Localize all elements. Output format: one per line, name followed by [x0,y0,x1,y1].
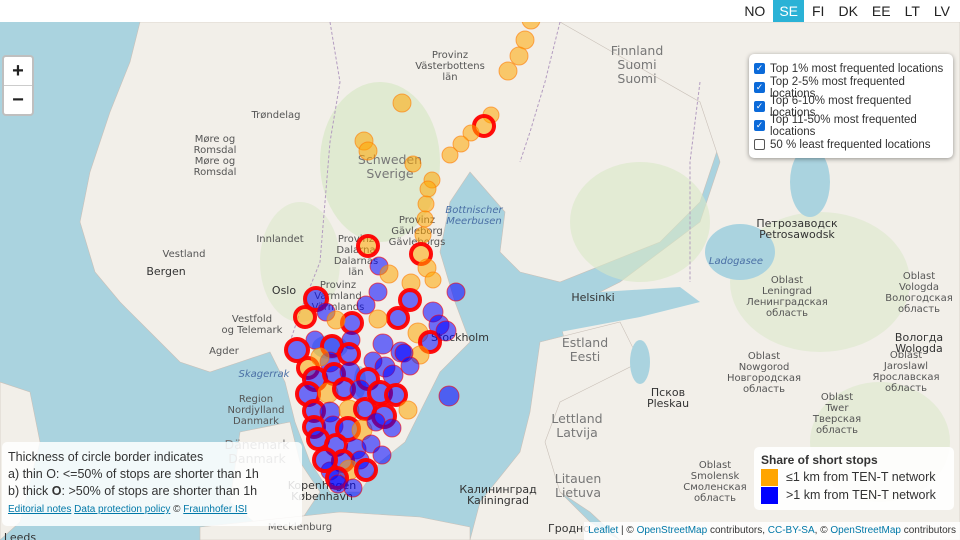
zoom-control: + − [2,55,34,116]
osm-link-2[interactable]: OpenStreetMap [830,525,901,536]
location-marker[interactable] [441,146,459,164]
layer-checkbox[interactable] [754,139,765,150]
orange-swatch [761,468,778,486]
location-marker[interactable] [509,46,529,66]
location-marker[interactable] [337,342,361,366]
tab-lv[interactable]: LV [928,0,956,22]
location-marker[interactable] [400,356,420,376]
tab-lt[interactable]: LT [899,0,926,22]
country-tabs: NO SE FI DK EE LT LV [738,0,956,22]
location-marker[interactable] [343,478,363,498]
location-marker[interactable] [293,305,317,329]
location-marker[interactable] [498,61,518,81]
legend-label-far: >1 km from TEN-T network [786,488,936,502]
info-thick-post: : >50% of stops are shorter than 1h [61,484,258,498]
layer-option[interactable]: ✓ Top 11-50% most frequented locations [754,113,949,138]
editorial-notes-link[interactable]: Editorial notes [8,504,71,515]
location-marker[interactable] [419,180,437,198]
tab-dk[interactable]: DK [832,0,863,22]
location-marker[interactable] [521,22,541,30]
location-marker[interactable] [349,379,371,401]
info-panel: Thickness of circle border indicates a) … [2,442,302,526]
location-marker[interactable] [310,347,330,367]
osm-link[interactable]: OpenStreetMap [637,525,708,536]
location-marker[interactable] [372,333,394,355]
attrib-sep1: | © [618,525,637,536]
tab-se[interactable]: SE [773,0,804,22]
layer-control: ✓ Top 1% most frequented locations ✓ Top 2-… [749,54,953,158]
info-links: Editorial notes Data protection policy ©… [8,504,296,515]
layer-checkbox[interactable]: ✓ [754,82,765,93]
zoom-out-button[interactable]: − [4,85,32,114]
location-marker[interactable] [435,320,457,342]
legend: Share of short stops ≤1 km from TEN-T ne… [754,447,954,510]
legend-label-near: ≤1 km from TEN-T network [786,470,936,484]
location-marker[interactable] [326,310,346,330]
attribution: Leaflet | © OpenStreetMap contributors , … [584,522,960,540]
location-marker[interactable] [366,412,386,432]
location-marker[interactable] [356,295,376,315]
layer-checkbox[interactable]: ✓ [754,120,765,131]
attrib-sep2: , © [814,525,831,536]
fraunhofer-link[interactable]: Fraunhofer ISI [183,504,247,515]
attrib-end: contributors [900,525,956,536]
tab-ee[interactable]: EE [866,0,897,22]
info-thick-pre: b) thick [8,484,52,498]
layer-checkbox[interactable]: ✓ [754,63,765,74]
attrib-mid: contributors, [707,525,768,536]
legend-item-near: ≤1 km from TEN-T network [761,468,947,486]
layer-label: Top 1% most frequented locations [770,62,944,75]
data-protection-link[interactable]: Data protection policy [74,504,170,515]
location-marker[interactable] [392,93,412,113]
location-marker[interactable] [417,195,435,213]
location-marker[interactable] [372,445,392,465]
location-marker[interactable] [424,271,442,289]
cc-by-sa-link[interactable]: CC-BY-SA [768,525,815,536]
info-thick: b) thick O: >50% of stops are shorter th… [8,483,296,500]
layer-label: 50 % least frequented locations [770,138,931,151]
location-marker[interactable] [414,226,432,244]
location-marker[interactable] [386,306,410,330]
layer-checkbox[interactable]: ✓ [754,101,765,112]
info-title: Thickness of circle border indicates [8,450,204,464]
info-thick-o: O [51,484,62,498]
location-marker[interactable] [356,234,380,258]
location-marker[interactable] [404,155,422,173]
top-bar: NO SE FI DK EE LT LV [0,0,960,22]
location-marker[interactable] [398,400,418,420]
location-marker[interactable] [438,385,460,407]
location-marker[interactable] [382,418,402,438]
location-marker[interactable] [398,288,422,312]
location-marker[interactable] [379,264,399,284]
layer-label: Top 11-50% most frequented locations [770,113,917,138]
location-marker[interactable] [416,210,434,228]
location-marker[interactable] [368,309,388,329]
copyright-sign: © [173,504,181,515]
leaflet-link[interactable]: Leaflet [588,525,618,536]
info-thin: a) thin O: <=50% of stops are shorter th… [8,467,259,481]
blue-swatch [761,486,778,504]
legend-item-far: >1 km from TEN-T network [761,486,947,504]
location-marker[interactable] [354,458,378,482]
legend-title: Share of short stops [761,453,878,467]
location-marker[interactable] [446,282,466,302]
layer-option[interactable]: 50 % least frequented locations [754,135,949,154]
tab-fi[interactable]: FI [806,0,830,22]
zoom-in-button[interactable]: + [4,57,32,85]
location-marker[interactable] [358,141,378,161]
location-marker[interactable] [515,30,535,50]
tab-no[interactable]: NO [738,0,771,22]
